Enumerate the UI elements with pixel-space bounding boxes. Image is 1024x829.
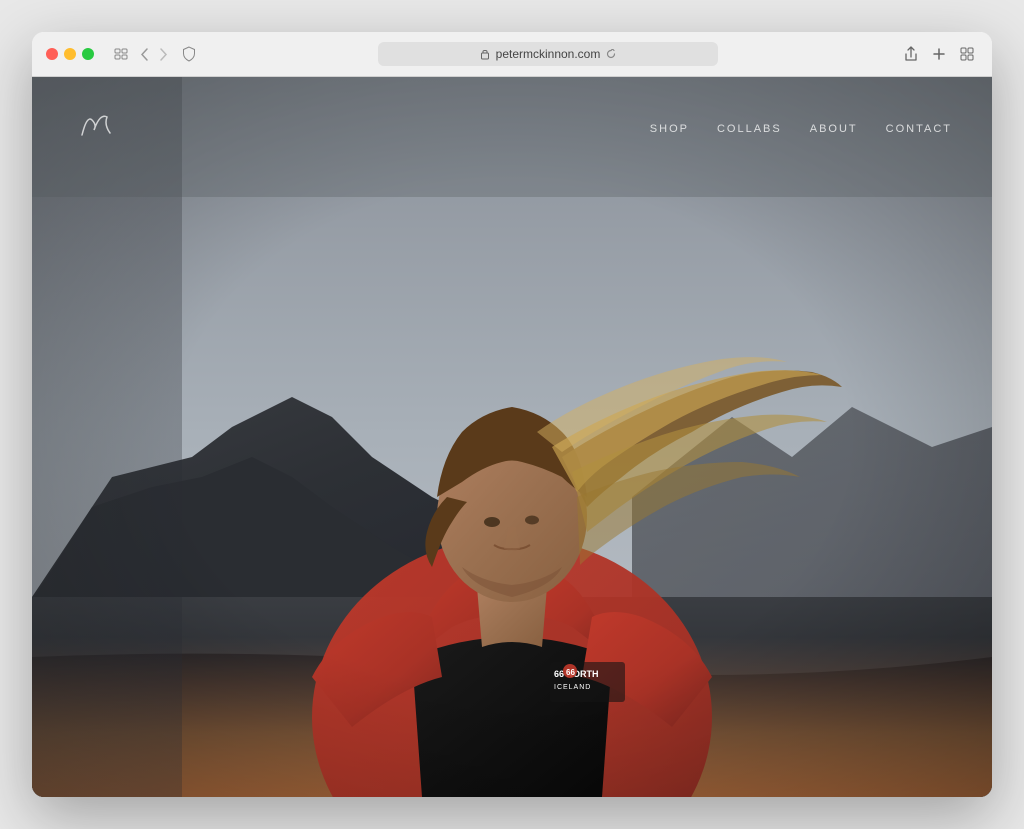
lock-icon [480,48,490,60]
close-button[interactable] [46,48,58,60]
nav-about[interactable]: ABOUT [810,123,858,135]
security-icon [182,46,196,62]
maximize-button[interactable] [82,48,94,60]
hero-svg: 66 NORTH ICELAND 66 [32,77,992,797]
nav-contact[interactable]: CONTACT [886,123,952,135]
browser-window: petermckinnon.com [32,32,992,797]
forward-button[interactable] [156,46,172,63]
address-bar-container: petermckinnon.com [206,42,890,66]
minimize-button[interactable] [64,48,76,60]
website-content: 66 NORTH ICELAND 66 [32,77,992,797]
browser-chrome: petermckinnon.com [32,32,992,77]
site-menu: SHOP COLLABS ABOUT CONTACT [650,123,952,135]
browser-controls [110,45,172,63]
nav-shop[interactable]: SHOP [650,123,689,135]
new-tab-button[interactable] [928,45,950,63]
window-icon[interactable] [110,45,132,63]
nav-collabs[interactable]: COLLABS [717,123,782,135]
traffic-lights [46,48,94,60]
share-button[interactable] [900,44,922,64]
browser-right-controls [900,44,978,64]
url-text: petermckinnon.com [496,47,601,61]
grid-view-button[interactable] [956,45,978,63]
back-button[interactable] [136,46,152,63]
address-bar[interactable]: petermckinnon.com [378,42,718,66]
reload-icon[interactable] [606,49,616,59]
hero-image: 66 NORTH ICELAND 66 [32,77,992,797]
site-logo[interactable] [72,105,132,153]
site-navigation: SHOP COLLABS ABOUT CONTACT [32,77,992,181]
